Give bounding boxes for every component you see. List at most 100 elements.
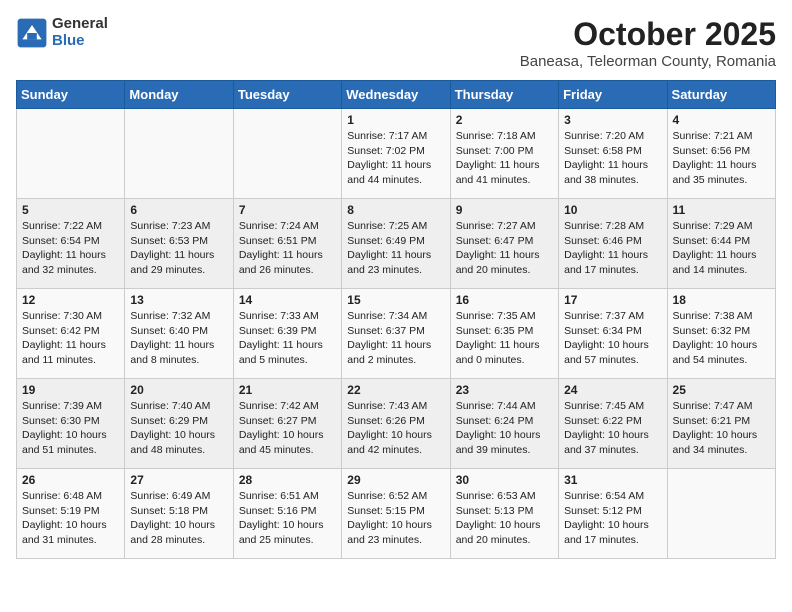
- day-number: 25: [673, 383, 770, 397]
- day-number: 26: [22, 473, 119, 487]
- day-number: 8: [347, 203, 444, 217]
- day-info: Sunrise: 7:22 AM Sunset: 6:54 PM Dayligh…: [22, 219, 119, 278]
- day-number: 15: [347, 293, 444, 307]
- day-number: 22: [347, 383, 444, 397]
- day-number: 12: [22, 293, 119, 307]
- day-number: 6: [130, 203, 227, 217]
- calendar-cell: [667, 469, 775, 559]
- logo-icon: [16, 17, 48, 49]
- day-number: 18: [673, 293, 770, 307]
- day-info: Sunrise: 7:33 AM Sunset: 6:39 PM Dayligh…: [239, 309, 336, 368]
- calendar-week-row: 19Sunrise: 7:39 AM Sunset: 6:30 PM Dayli…: [17, 379, 776, 469]
- calendar-cell: 29Sunrise: 6:52 AM Sunset: 5:15 PM Dayli…: [342, 469, 450, 559]
- day-info: Sunrise: 7:18 AM Sunset: 7:00 PM Dayligh…: [456, 129, 553, 188]
- calendar-cell: 30 Sunrise: 6:53 AM Sunset: 5:13 PM Dayli…: [450, 469, 558, 559]
- main-title: October 2025: [520, 16, 776, 53]
- calendar-cell: 1Sunrise: 7:17 AM Sunset: 7:02 PM Daylig…: [342, 109, 450, 199]
- day-info: Sunrise: 7:45 AM Sunset: 6:22 PM Dayligh…: [564, 399, 661, 458]
- day-info: Sunrise: 7:21 AM Sunset: 6:56 PM Dayligh…: [673, 129, 770, 188]
- weekday-header: Wednesday: [342, 81, 450, 109]
- day-info: Sunrise: 7:17 AM Sunset: 7:02 PM Dayligh…: [347, 129, 444, 188]
- calendar-cell: [233, 109, 341, 199]
- calendar-cell: 23Sunrise: 7:44 AM Sunset: 6:24 PM Dayli…: [450, 379, 558, 469]
- calendar-body: 1Sunrise: 7:17 AM Sunset: 7:02 PM Daylig…: [17, 109, 776, 559]
- logo: General Blue: [16, 16, 108, 49]
- weekday-header: Monday: [125, 81, 233, 109]
- calendar-week-row: 12Sunrise: 7:30 AM Sunset: 6:42 PM Dayli…: [17, 289, 776, 379]
- day-number: 9: [456, 203, 553, 217]
- calendar-cell: 26 Sunrise: 6:48 AM Sunset: 5:19 PM Dayli…: [17, 469, 125, 559]
- day-number: 29: [347, 473, 444, 487]
- calendar-cell: 27Sunrise: 6:49 AM Sunset: 5:18 PM Dayli…: [125, 469, 233, 559]
- logo-text: General Blue: [52, 16, 108, 49]
- calendar-cell: 3 Sunrise: 7:20 AM Sunset: 6:58 PM Daylig…: [559, 109, 667, 199]
- calendar-cell: 7 Sunrise: 7:24 AM Sunset: 6:51 PM Daylig…: [233, 199, 341, 289]
- logo-general-text: General: [52, 16, 108, 33]
- day-info: Sunrise: 7:20 AM Sunset: 6:58 PM Dayligh…: [564, 129, 661, 188]
- day-info: Sunrise: 7:28 AM Sunset: 6:46 PM Dayligh…: [564, 219, 661, 278]
- day-info: Sunrise: 7:40 AM Sunset: 6:29 PM Dayligh…: [130, 399, 227, 458]
- calendar-header: SundayMondayTuesdayWednesdayThursdayFrid…: [17, 81, 776, 109]
- day-info: Sunrise: 7:42 AM Sunset: 6:27 PM Dayligh…: [239, 399, 336, 458]
- weekday-header: Friday: [559, 81, 667, 109]
- weekday-row: SundayMondayTuesdayWednesdayThursdayFrid…: [17, 81, 776, 109]
- day-number: 21: [239, 383, 336, 397]
- day-number: 24: [564, 383, 661, 397]
- day-info: Sunrise: 6:54 AM Sunset: 5:12 PM Dayligh…: [564, 489, 661, 548]
- calendar-cell: 31 Sunrise: 6:54 AM Sunset: 5:12 PM Dayli…: [559, 469, 667, 559]
- day-info: Sunrise: 7:27 AM Sunset: 6:47 PM Dayligh…: [456, 219, 553, 278]
- weekday-header: Sunday: [17, 81, 125, 109]
- day-number: 17: [564, 293, 661, 307]
- day-info: Sunrise: 6:48 AM Sunset: 5:19 PM Dayligh…: [22, 489, 119, 548]
- day-number: 4: [673, 113, 770, 127]
- calendar-cell: 6Sunrise: 7:23 AM Sunset: 6:53 PM Daylig…: [125, 199, 233, 289]
- calendar-cell: [17, 109, 125, 199]
- day-info: Sunrise: 7:34 AM Sunset: 6:37 PM Dayligh…: [347, 309, 444, 368]
- calendar-cell: 10Sunrise: 7:28 AM Sunset: 6:46 PM Dayli…: [559, 199, 667, 289]
- day-info: Sunrise: 7:37 AM Sunset: 6:34 PM Dayligh…: [564, 309, 661, 368]
- subtitle: Baneasa, Teleorman County, Romania: [520, 53, 776, 70]
- calendar-week-row: 26 Sunrise: 6:48 AM Sunset: 5:19 PM Dayli…: [17, 469, 776, 559]
- day-number: 20: [130, 383, 227, 397]
- weekday-header: Thursday: [450, 81, 558, 109]
- calendar-cell: 22 Sunrise: 7:43 AM Sunset: 6:26 PM Dayli…: [342, 379, 450, 469]
- calendar-cell: 18 Sunrise: 7:38 AM Sunset: 6:32 PM Dayli…: [667, 289, 775, 379]
- day-number: 27: [130, 473, 227, 487]
- day-info: Sunrise: 7:32 AM Sunset: 6:40 PM Dayligh…: [130, 309, 227, 368]
- calendar-cell: 9 Sunrise: 7:27 AM Sunset: 6:47 PM Daylig…: [450, 199, 558, 289]
- calendar-cell: 14Sunrise: 7:33 AM Sunset: 6:39 PM Dayli…: [233, 289, 341, 379]
- calendar-cell: 5 Sunrise: 7:22 AM Sunset: 6:54 PM Daylig…: [17, 199, 125, 289]
- day-number: 30: [456, 473, 553, 487]
- day-info: Sunrise: 6:53 AM Sunset: 5:13 PM Dayligh…: [456, 489, 553, 548]
- calendar-cell: 13 Sunrise: 7:32 AM Sunset: 6:40 PM Dayli…: [125, 289, 233, 379]
- day-number: 28: [239, 473, 336, 487]
- calendar-cell: 2 Sunrise: 7:18 AM Sunset: 7:00 PM Daylig…: [450, 109, 558, 199]
- calendar-cell: 4 Sunrise: 7:21 AM Sunset: 6:56 PM Daylig…: [667, 109, 775, 199]
- day-number: 5: [22, 203, 119, 217]
- day-number: 23: [456, 383, 553, 397]
- calendar-week-row: 5 Sunrise: 7:22 AM Sunset: 6:54 PM Daylig…: [17, 199, 776, 289]
- day-number: 19: [22, 383, 119, 397]
- calendar-cell: 24 Sunrise: 7:45 AM Sunset: 6:22 PM Dayli…: [559, 379, 667, 469]
- day-info: Sunrise: 7:25 AM Sunset: 6:49 PM Dayligh…: [347, 219, 444, 278]
- day-number: 31: [564, 473, 661, 487]
- calendar-cell: 15 Sunrise: 7:34 AM Sunset: 6:37 PM Dayli…: [342, 289, 450, 379]
- calendar-cell: 28Sunrise: 6:51 AM Sunset: 5:16 PM Dayli…: [233, 469, 341, 559]
- day-number: 13: [130, 293, 227, 307]
- day-number: 3: [564, 113, 661, 127]
- calendar-cell: 17 Sunrise: 7:37 AM Sunset: 6:34 PM Dayli…: [559, 289, 667, 379]
- day-info: Sunrise: 7:24 AM Sunset: 6:51 PM Dayligh…: [239, 219, 336, 278]
- day-info: Sunrise: 7:38 AM Sunset: 6:32 PM Dayligh…: [673, 309, 770, 368]
- weekday-header: Saturday: [667, 81, 775, 109]
- calendar-cell: 25 Sunrise: 7:47 AM Sunset: 6:21 PM Dayli…: [667, 379, 775, 469]
- day-info: Sunrise: 7:29 AM Sunset: 6:44 PM Dayligh…: [673, 219, 770, 278]
- day-number: 2: [456, 113, 553, 127]
- day-info: Sunrise: 7:43 AM Sunset: 6:26 PM Dayligh…: [347, 399, 444, 458]
- day-number: 7: [239, 203, 336, 217]
- calendar-table: SundayMondayTuesdayWednesdayThursdayFrid…: [16, 80, 776, 559]
- calendar-cell: 8 Sunrise: 7:25 AM Sunset: 6:49 PM Daylig…: [342, 199, 450, 289]
- calendar-cell: 21 Sunrise: 7:42 AM Sunset: 6:27 PM Dayli…: [233, 379, 341, 469]
- day-info: Sunrise: 7:47 AM Sunset: 6:21 PM Dayligh…: [673, 399, 770, 458]
- calendar-cell: [125, 109, 233, 199]
- page-header: General Blue October 2025 Baneasa, Teleo…: [16, 16, 776, 70]
